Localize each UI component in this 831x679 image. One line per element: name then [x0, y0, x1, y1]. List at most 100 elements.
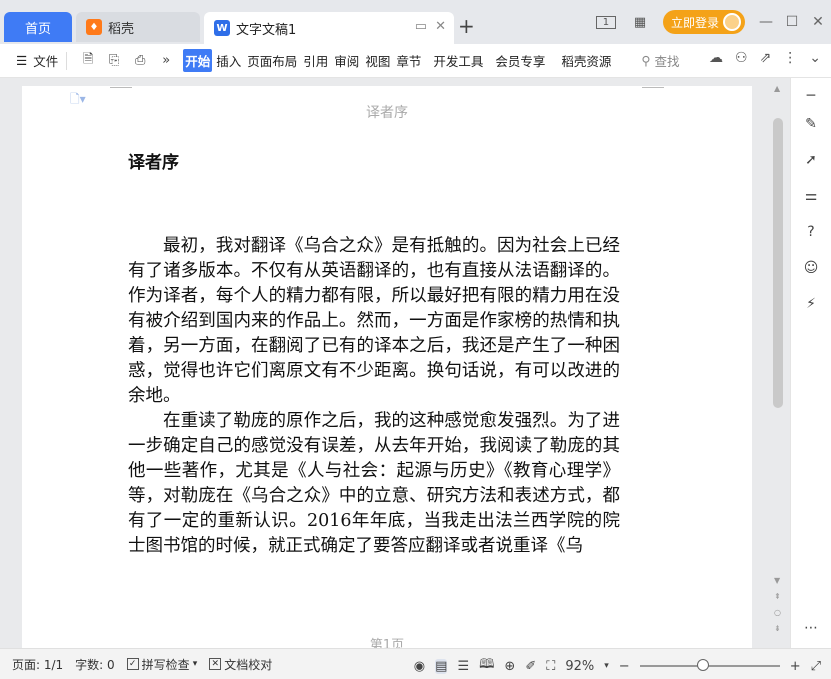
- document-title: 译者序: [128, 153, 179, 173]
- tab-developer[interactable]: 开发工具: [431, 49, 485, 72]
- share-icon[interactable]: ⇗: [760, 50, 772, 66]
- chevron-down-icon: ▾: [192, 659, 198, 669]
- tab-view[interactable]: 视图: [363, 49, 392, 72]
- collaborate-icon[interactable]: ⚇: [735, 50, 748, 66]
- assistant-icon[interactable]: ☺: [801, 258, 821, 278]
- document-body[interactable]: 最初，我对翻译《乌合之众》是有抵触的。因为社会上已经有了诸多版本。不仅有从英语翻…: [128, 234, 620, 559]
- help-icon[interactable]: ?: [801, 222, 821, 242]
- login-label: 立即登录: [670, 15, 719, 30]
- proofread-label: 文档校对: [224, 657, 273, 672]
- login-button[interactable]: 立即登录: [662, 10, 745, 34]
- zoom-out-icon[interactable]: −: [619, 659, 630, 674]
- page-view-icon[interactable]: ▤: [435, 658, 448, 674]
- save-icon[interactable]: 🗎: [78, 51, 98, 71]
- hamburger-icon: ☰: [16, 53, 28, 68]
- select-browse-icon[interactable]: ○: [774, 608, 781, 617]
- minimize-icon[interactable]: —: [753, 14, 779, 30]
- page-corner-mark: [110, 86, 132, 88]
- next-page-icon[interactable]: ⇟: [774, 624, 781, 633]
- zoom-slider-knob[interactable]: [696, 659, 709, 671]
- tab-bar: 首页 ♦ 稻壳 W 文字文稿1 ▭ ✕ + 1 ▦ 立即登录 — ☐ ✕: [0, 0, 831, 44]
- file-menu[interactable]: ☰ 文件: [16, 51, 58, 70]
- tab-insert[interactable]: 插入: [214, 49, 243, 72]
- tab-home[interactable]: 首页: [4, 12, 72, 42]
- status-bar: 页面: 1/1 字数: 0 ✓ 拼写检查 ▾ ✕ 文档校对 ◉ ▤ ☰ 🕮 ⊕ …: [0, 648, 831, 679]
- ribbon-tabs: 开始 插入 页面布局 引用 审阅 视图 章节 开发工具 会员专享 稻壳资源: [183, 49, 615, 72]
- app-window: 首页 ♦ 稻壳 W 文字文稿1 ▭ ✕ + 1 ▦ 立即登录 — ☐ ✕ ☰ 文…: [0, 0, 831, 679]
- more-icon[interactable]: ⋯: [801, 618, 821, 638]
- checkbox-icon: ✓: [126, 658, 139, 670]
- writer-logo-icon: W: [214, 20, 230, 36]
- more-options-icon[interactable]: ⋮: [783, 50, 797, 66]
- more-toolbar-icon[interactable]: »: [156, 51, 176, 71]
- main-toolbar: ☰ 文件 🗎 ⎘ ⎙ » 开始 插入 页面布局 引用 审阅 视图 章节 开发工具…: [0, 44, 831, 78]
- page-indicator-value: 1: [595, 15, 617, 29]
- zoom-value[interactable]: 92%: [565, 659, 594, 674]
- avatar: [723, 13, 741, 31]
- paragraph: 在重读了勒庞的原作之后，我的这种感觉愈发强烈。为了进一步确定自己的感觉没有误差，…: [128, 411, 620, 556]
- tab-chapter[interactable]: 章节: [394, 49, 423, 72]
- fit-page-icon[interactable]: ⛶: [546, 659, 555, 674]
- export-icon[interactable]: ⎘: [104, 51, 124, 71]
- reading-view-icon[interactable]: 🕮: [479, 655, 494, 677]
- tab-member[interactable]: 会员专享: [493, 49, 547, 72]
- daoke-logo-icon: ♦: [86, 19, 102, 35]
- cloud-sync-icon[interactable]: ☁: [709, 50, 723, 66]
- write-view-icon[interactable]: ✐: [525, 659, 536, 674]
- sidebar-collapse-icon[interactable]: ─: [801, 86, 821, 106]
- search-icon: ⚲: [641, 53, 651, 68]
- chevron-down-icon[interactable]: ⌄: [809, 50, 821, 66]
- prev-page-icon[interactable]: ⇞: [774, 592, 781, 601]
- maximize-icon[interactable]: ☐: [779, 14, 805, 30]
- spellcheck-label: 拼写检查: [141, 657, 190, 672]
- right-sidebar: ─ ✎ ➚ ⚌ ? ☺ ⚡ ⋯: [790, 78, 831, 648]
- toolbar-right-icons: ☁ ⚇ ⇗ ⋮ ⌄: [709, 50, 821, 66]
- zoom-dropdown-icon[interactable]: ▾: [604, 661, 609, 671]
- new-tab-button[interactable]: +: [458, 14, 475, 38]
- tab-review[interactable]: 审阅: [332, 49, 361, 72]
- search-box[interactable]: ⚲ 查找: [641, 51, 679, 70]
- close-tab-icon[interactable]: ✕: [435, 19, 446, 34]
- web-view-icon[interactable]: ⊕: [504, 659, 515, 674]
- scroll-down-icon[interactable]: ▼: [774, 576, 780, 585]
- zoom-in-icon[interactable]: +: [790, 659, 801, 674]
- title-right-controls: 1 ▦ 立即登录 — ☐ ✕: [589, 8, 831, 36]
- zoom-slider[interactable]: [639, 659, 780, 671]
- word-count[interactable]: 字数: 0: [75, 656, 115, 673]
- close-window-icon[interactable]: ✕: [805, 14, 831, 30]
- spellcheck-toggle[interactable]: ✓ 拼写检查 ▾: [126, 656, 198, 673]
- proofread-button[interactable]: ✕ 文档校对: [209, 656, 272, 673]
- divider: [66, 51, 68, 70]
- page-indicator-icon[interactable]: 1: [593, 10, 619, 34]
- tab-daoke[interactable]: ♦ 稻壳: [76, 12, 200, 42]
- file-menu-label: 文件: [33, 54, 59, 69]
- vertical-scrollbar[interactable]: ▲ ▼ ⇞ ○ ⇟: [770, 78, 786, 648]
- adjust-icon[interactable]: ⚌: [801, 186, 821, 206]
- page-header: 译者序: [366, 105, 408, 121]
- page-count: 页面: 1/1: [12, 657, 64, 672]
- eye-protection-icon[interactable]: ◉: [414, 659, 425, 674]
- select-cursor-icon[interactable]: ➚: [801, 150, 821, 170]
- window-float-icon[interactable]: ▭: [415, 19, 427, 34]
- document-page[interactable]: 🗋▾ 译者序 译者序 最初，我对翻译《乌合之众》是有抵触的。因为社会上已经有了诸…: [22, 86, 752, 648]
- page-corner-mark: [642, 86, 664, 88]
- scroll-up-icon[interactable]: ▲: [774, 84, 780, 93]
- outline-view-icon[interactable]: ☰: [457, 659, 469, 674]
- tab-start[interactable]: 开始: [183, 49, 213, 72]
- tab-document[interactable]: W 文字文稿1 ▭ ✕: [204, 12, 454, 44]
- tab-page-layout[interactable]: 页面布局: [245, 49, 299, 72]
- print-icon[interactable]: ⎙: [130, 51, 150, 71]
- fullscreen-icon[interactable]: ⤢: [811, 659, 821, 674]
- tab-daoke-label: 稻壳: [108, 21, 135, 37]
- scroll-thumb[interactable]: [773, 118, 783, 408]
- search-label: 查找: [654, 54, 680, 69]
- pen-icon[interactable]: ✎: [801, 114, 821, 134]
- proofread-icon: ✕: [209, 658, 222, 670]
- tab-document-label: 文字文稿1: [236, 22, 297, 38]
- lightning-icon[interactable]: ⚡: [801, 294, 821, 314]
- tab-daoke-resources[interactable]: 稻壳资源: [559, 49, 613, 72]
- tab-references[interactable]: 引用: [301, 49, 330, 72]
- status-right: ◉ ▤ ☰ 🕮 ⊕ ✐ ⛶ 92% ▾ − + ⤢: [414, 655, 821, 677]
- page-footer: 第1页: [369, 638, 405, 648]
- grid-apps-icon[interactable]: ▦: [627, 10, 653, 34]
